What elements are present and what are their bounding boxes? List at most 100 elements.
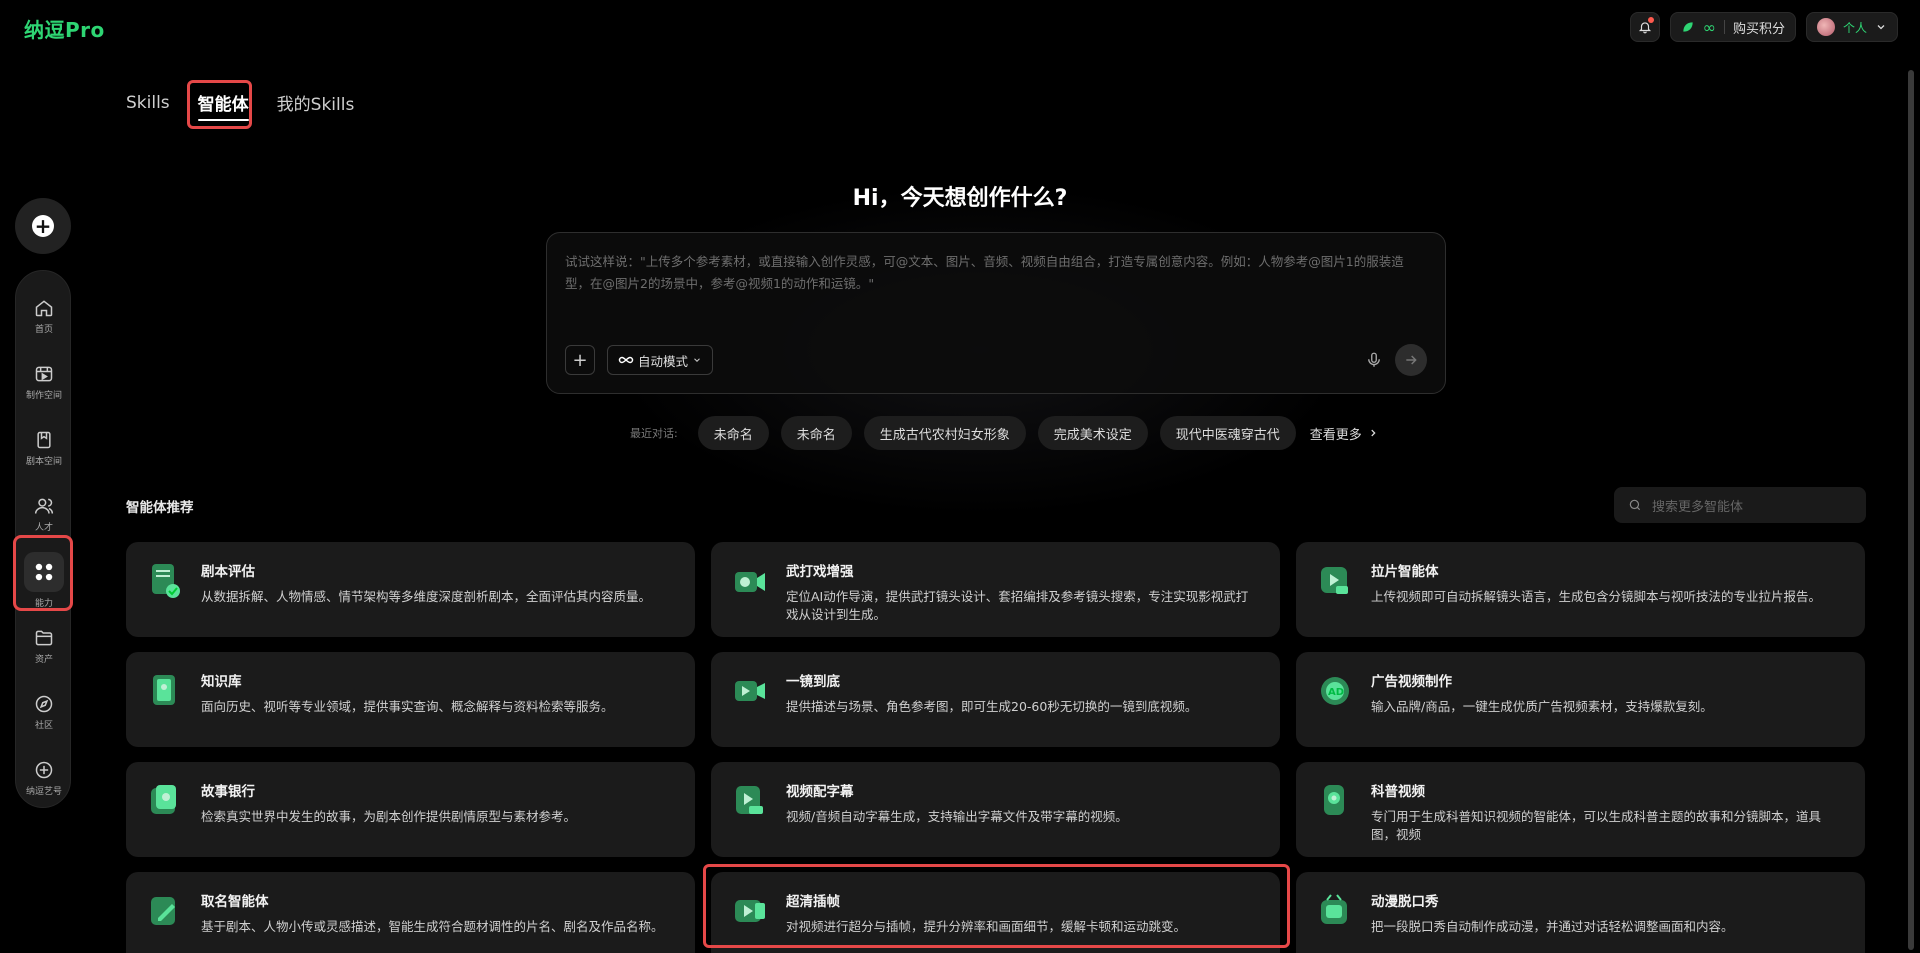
user-label: 个人 [1842, 20, 1867, 35]
agent-description: 提供描述与场景、角色参考图，即可生成20-60秒无切换的一镜到底视频。 [786, 699, 1198, 714]
credits-button[interactable]: ∞ 购买积分 [1669, 12, 1796, 42]
prompt-placeholder[interactable]: 试试这样说："上传多个参考素材，或直接输入创作灵感，可@文本、图片、音频、视频自… [565, 251, 1425, 295]
prompt-input[interactable]: 试试这样说："上传多个参考素材，或直接输入创作灵感，可@文本、图片、音频、视频自… [546, 232, 1446, 394]
agent-description: 面向历史、视听等专业领域，提供事实查询、概念解释与资料检索等服务。 [201, 699, 614, 714]
agent-description: 定位AI动作导演，提供武打镜头设计、套招编排及参考镜头搜索，专注实现影视武打戏从… [786, 589, 1249, 622]
highlight-box-card [703, 864, 1290, 948]
sidebar-item-workspace[interactable]: 制作空间 [16, 349, 72, 415]
agent-description: 专门用于生成科普知识视频的智能体，可以生成科普主题的故事和分镜脚本，道具图，视频 [1371, 809, 1822, 842]
notification-dot [1647, 17, 1654, 23]
recent-chip[interactable]: 现代中医魂穿古代 [1159, 416, 1296, 450]
agent-card[interactable]: 科普视频 专门用于生成科普知识视频的智能体，可以生成科普主题的故事和分镜脚本，道… [1296, 762, 1865, 857]
leaf-icon [1682, 22, 1693, 32]
agent-card[interactable]: AD 广告视频制作 输入品牌/商品，一键生成优质广告视频素材，支持爆款复刻。 [1296, 652, 1865, 747]
agent-card[interactable]: 动漫脱口秀 把一段脱口秀自动制作成动漫，并通过对话轻松调整画面和内容。 [1296, 872, 1865, 953]
sidebar-item-label: 纳逗艺号 [25, 786, 62, 797]
add-attachment-button[interactable]: + [565, 345, 595, 375]
sidebar-item-scripts[interactable]: 剧本空间 [16, 415, 72, 481]
home-icon [35, 299, 53, 316]
tab-skills[interactable]: Skills [126, 85, 170, 121]
document-icon [152, 564, 180, 598]
mode-select[interactable]: 自动模式 [607, 345, 714, 375]
agent-description: 视频/音频自动字幕生成，支持输出字幕文件及带字幕的视频。 [786, 809, 1128, 824]
agent-title: 科普视频 [1371, 784, 1425, 800]
buy-credits-label: 购买积分 [1732, 21, 1785, 37]
mode-label: 自动模式 [638, 353, 689, 369]
search-placeholder: 搜索更多智能体 [1652, 499, 1744, 515]
agent-card[interactable]: 取名智能体 基于剧本、人物小传或灵感描述，智能生成符合题材调性的片名、剧名及作品… [126, 872, 695, 953]
action-camera-icon [735, 572, 765, 592]
user-menu[interactable]: 个人 [1805, 12, 1898, 42]
recent-label: 最近对话: [630, 427, 678, 440]
voice-input-button[interactable] [1365, 351, 1383, 373]
sidebar-item-label: 首页 [34, 324, 53, 335]
agent-title: 取名智能体 [201, 894, 269, 910]
page-scrollbar[interactable] [1906, 0, 1916, 953]
agent-title: 广告视频制作 [1371, 674, 1452, 690]
agent-description: 从数据拆解、人物情感、情节架构等多维度深度剖析剧本，全面评估其内容质量。 [201, 589, 652, 604]
agent-description: 把一段脱口秀自动制作成动漫，并通过对话轻松调整画面和内容。 [1371, 919, 1734, 934]
sidebar-item-community[interactable]: 社区 [16, 679, 72, 745]
plus-icon: + [572, 349, 588, 371]
folder-icon [35, 630, 53, 645]
sidebar-item-nadou[interactable]: 纳逗艺号 [16, 745, 72, 811]
sidebar-item-label: 制作空间 [25, 390, 62, 401]
agent-title: 拉片智能体 [1371, 564, 1439, 580]
agent-description: 检索真实世界中发生的故事，为剧本创作提供剧情原型与素材参考。 [201, 809, 577, 824]
recent-chip[interactable]: 未命名 [780, 416, 852, 450]
agent-card[interactable]: 故事银行 检索真实世界中发生的故事，为剧本创作提供剧情原型与素材参考。 [126, 762, 695, 857]
recent-chip[interactable]: 未命名 [697, 416, 769, 450]
agent-description: 输入品牌/商品，一键生成优质广告视频素材，支持爆款复刻。 [1371, 699, 1713, 714]
sidebar-item-home[interactable]: 首页 [16, 283, 72, 349]
agent-title: 知识库 [201, 674, 242, 690]
send-button[interactable] [1395, 344, 1427, 376]
view-more-label: 查看更多 [1309, 427, 1362, 443]
microphone-icon [1368, 352, 1380, 367]
naming-icon [151, 897, 175, 925]
tab-my-skills[interactable]: 我的Skills [277, 82, 355, 123]
agent-card[interactable]: 视频配字幕 视频/音频自动字幕生成，支持输出字幕文件及带字幕的视频。 [711, 762, 1280, 857]
sidebar-item-label: 人才 [34, 522, 53, 533]
agent-title: 一镜到底 [786, 674, 840, 690]
agent-description: 上传视频即可自动拆解镜头语言，生成包含分镜脚本与视听技法的专业拉片报告。 [1371, 589, 1822, 604]
section-title: 智能体推荐 [126, 500, 194, 516]
divider [1723, 20, 1725, 34]
recent-chip[interactable]: 生成古代农村妇女形象 [863, 416, 1026, 450]
science-video-icon [1324, 785, 1344, 815]
avatar [1816, 18, 1835, 36]
agent-card[interactable]: 一镜到底 提供描述与场景、角色参考图，即可生成20-60秒无切换的一镜到底视频。 [711, 652, 1280, 747]
top-right-controls: ∞ 购买积分 个人 [1629, 12, 1898, 42]
notifications-button[interactable] [1629, 12, 1660, 42]
recent-chip[interactable]: 完成美术设定 [1037, 416, 1148, 450]
sidebar-item-label: 社区 [34, 720, 53, 731]
agent-description: 基于剧本、人物小传或灵感描述，智能生成符合题材调性的片名、剧名及作品名称。 [201, 919, 664, 934]
infinity-icon: ∞ [1702, 17, 1716, 37]
scrollbar-thumb[interactable] [1908, 70, 1914, 950]
people-icon [34, 498, 54, 514]
agent-card[interactable]: 知识库 面向历史、视听等专业领域，提供事实查询、概念解释与资料检索等服务。 [126, 652, 695, 747]
search-icon [1629, 499, 1641, 511]
agent-title: 剧本评估 [201, 564, 255, 580]
agent-card[interactable]: 剧本评估 从数据拆解、人物情感、情节架构等多维度深度剖析剧本，全面评估其内容质量… [126, 542, 695, 637]
chevron-right-icon [1371, 429, 1376, 437]
subtitle-icon [736, 786, 763, 814]
infinity-icon [618, 356, 634, 364]
arrow-right-icon [1406, 355, 1417, 365]
sidebar-item-assets[interactable]: 资产 [16, 613, 72, 679]
agent-search-input[interactable]: 搜索更多智能体 [1614, 487, 1866, 523]
recent-conversations: 最近对话: 未命名 未命名 生成古代农村妇女形象 完成美术设定 现代中医魂穿古代… [630, 416, 1378, 450]
ad-icon: AD [1321, 677, 1349, 705]
compass-icon [35, 695, 53, 712]
nadou-icon [35, 761, 53, 778]
agent-title: 动漫脱口秀 [1371, 894, 1439, 910]
svg-text:AD: AD [1328, 687, 1344, 698]
agent-card[interactable]: 拉片智能体 上传视频即可自动拆解镜头语言，生成包含分镜脚本与视听技法的专业拉片报… [1296, 542, 1865, 637]
chevron-down-icon [694, 358, 700, 362]
app-logo[interactable]: 纳逗Pro [24, 14, 105, 43]
agent-title: 视频配字幕 [786, 784, 854, 800]
view-more-link[interactable]: 查看更多 [1310, 424, 1378, 443]
sidebar-item-label: 资产 [34, 654, 53, 665]
hero-title: Hi，今天想创作什么? [852, 186, 1068, 211]
agent-card[interactable]: 武打戏增强 定位AI动作导演，提供武打镜头设计、套招编排及参考镜头搜索，专注实现… [711, 542, 1280, 637]
workspace-icon [35, 366, 53, 381]
